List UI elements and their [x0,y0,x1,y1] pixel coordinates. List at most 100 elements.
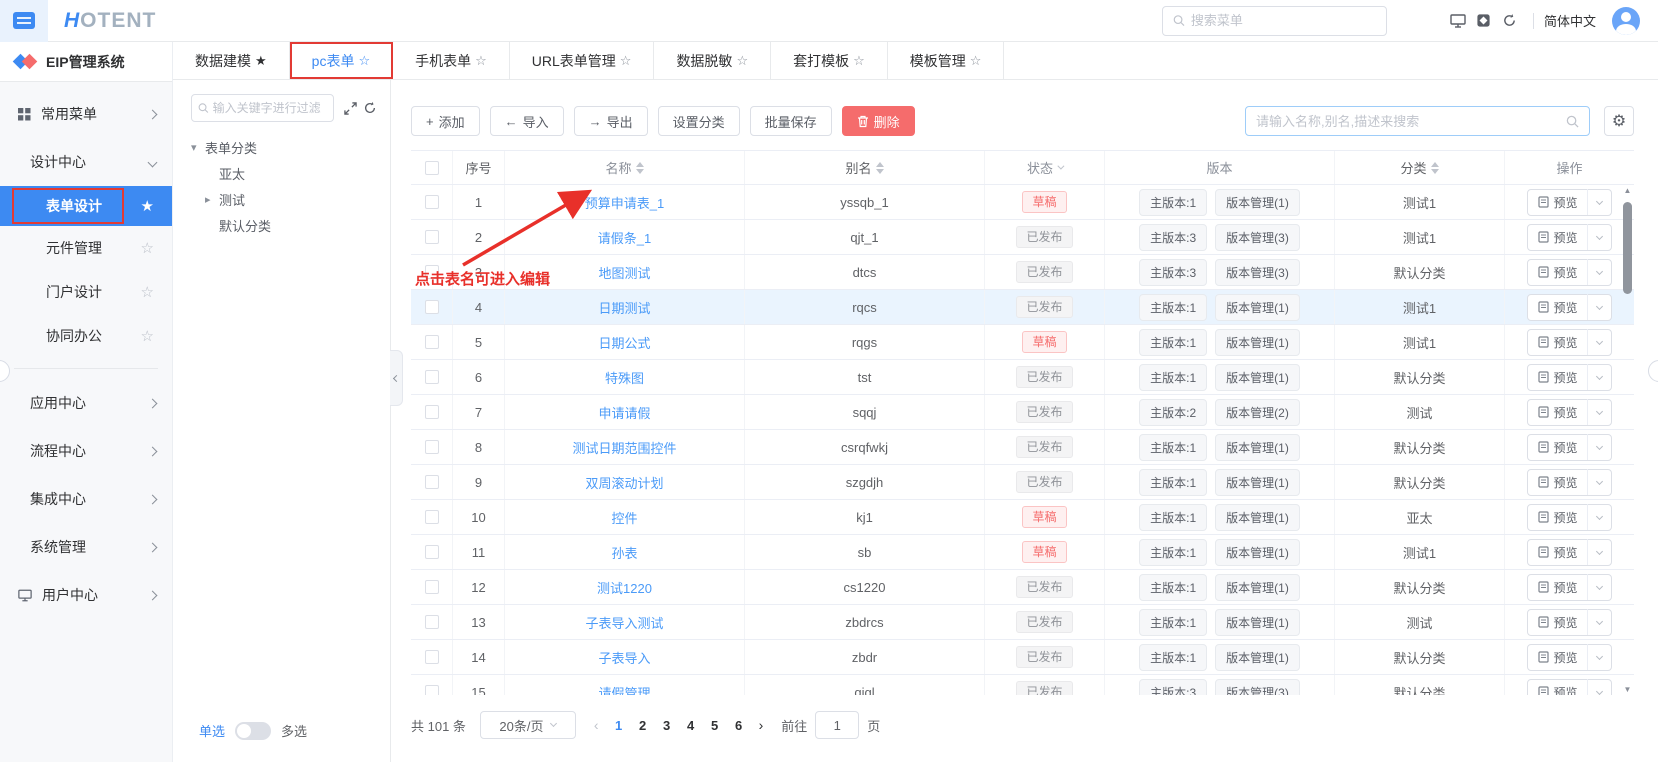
tab-star-icon[interactable]: ☆ [970,53,982,69]
chevron-down-icon[interactable] [1595,512,1602,519]
version-manage-button[interactable]: 版本管理(2) [1215,399,1300,426]
scroll-down-icon[interactable]: ▼ [1624,685,1632,695]
language-switcher[interactable]: 简体中文 [1544,11,1596,30]
main-version-button[interactable]: 主版本:1 [1139,609,1207,636]
version-manage-button[interactable]: 版本管理(3) [1215,224,1300,251]
caret-right-icon[interactable]: ▸ [205,193,219,206]
form-name-link[interactable]: 日期测试 [598,298,650,317]
version-manage-button[interactable]: 版本管理(1) [1215,574,1300,601]
preview-split-button[interactable]: 预览 [1527,399,1611,426]
scrollbar-thumb[interactable] [1623,202,1632,294]
main-version-button[interactable]: 主版本:3 [1139,224,1207,251]
star-outline-icon[interactable]: ☆ [141,239,154,257]
star-filled-icon[interactable]: ★ [141,197,154,215]
version-manage-button[interactable]: 版本管理(3) [1215,679,1300,696]
main-version-button[interactable]: 主版本:1 [1139,364,1207,391]
form-name-link[interactable]: 申请请假 [598,403,650,422]
header-alias[interactable]: 别名 [745,151,985,184]
menu-search-input[interactable] [1191,13,1376,28]
chevron-down-icon[interactable] [1595,617,1602,624]
row-checkbox[interactable] [425,440,439,454]
page-number-button[interactable]: 2 [631,718,655,733]
preview-split-button[interactable]: 预览 [1527,434,1611,461]
row-checkbox[interactable] [425,405,439,419]
header-category[interactable]: 分类 [1335,151,1505,184]
tab-star-icon[interactable]: ☆ [620,53,632,69]
version-manage-button[interactable]: 版本管理(1) [1215,329,1300,356]
chevron-down-icon[interactable] [1595,582,1602,589]
tab-star-icon[interactable]: ★ [255,53,267,69]
version-manage-button[interactable]: 版本管理(1) [1215,294,1300,321]
tree-node-default[interactable]: 默认分类 [191,212,380,238]
monitor-icon[interactable] [1445,8,1471,34]
page-number-button[interactable]: 1 [607,718,631,733]
version-manage-button[interactable]: 版本管理(1) [1215,539,1300,566]
row-checkbox[interactable] [425,580,439,594]
chevron-down-icon[interactable] [1595,267,1602,274]
tab-item[interactable]: 数据建模 ★ [173,42,290,79]
tab-item[interactable]: pc表单 ☆ [290,42,393,79]
form-name-link[interactable]: 日期公式 [598,333,650,352]
main-version-button[interactable]: 主版本:1 [1139,469,1207,496]
caret-down-icon[interactable]: ▾ [191,141,205,154]
tree-node-yatai[interactable]: 亚太 [191,160,380,186]
header-status[interactable]: 状态 [985,151,1105,184]
preview-split-button[interactable]: 预览 [1527,679,1611,696]
delete-button[interactable]: 删除 [842,106,915,136]
main-version-button[interactable]: 主版本:1 [1139,329,1207,356]
sidebar-item-common-menu[interactable]: 常用菜单 [0,90,172,138]
menu-search-box[interactable] [1162,6,1387,36]
row-checkbox[interactable] [425,370,439,384]
chevron-down-icon[interactable] [1595,232,1602,239]
form-name-link[interactable]: 孙表 [611,543,637,562]
main-version-button[interactable]: 主版本:1 [1139,574,1207,601]
select-all-checkbox[interactable] [425,161,439,175]
header-name[interactable]: 名称 [505,151,745,184]
row-checkbox[interactable] [425,195,439,209]
version-manage-button[interactable]: 版本管理(1) [1215,504,1300,531]
sidebar-item-form-design[interactable]: 表单设计 ★ [0,186,172,226]
preview-split-button[interactable]: 预览 [1527,574,1611,601]
main-version-button[interactable]: 主版本:2 [1139,399,1207,426]
main-version-button[interactable]: 主版本:1 [1139,189,1207,216]
version-manage-button[interactable]: 版本管理(1) [1215,434,1300,461]
tree-node-root[interactable]: ▾ 表单分类 [191,134,380,160]
sidebar-item-portal-design[interactable]: 门户设计 ☆ [0,270,172,314]
form-name-link[interactable]: 请假条_1 [598,228,651,247]
tab-item[interactable]: URL表单管理 ☆ [510,42,655,79]
row-checkbox[interactable] [425,545,439,559]
sidebar-item-integration-center[interactable]: 集成中心 [0,475,172,523]
sidebar-item-app-center[interactable]: 应用中心 [0,379,172,427]
gear-icon[interactable]: ⚙ [1604,106,1634,136]
single-select-label[interactable]: 单选 [199,721,225,740]
chevron-down-icon[interactable] [1595,372,1602,379]
tree-collapse-handle[interactable] [390,350,403,406]
chevron-down-icon[interactable] [1595,547,1602,554]
version-manage-button[interactable]: 版本管理(3) [1215,259,1300,286]
chevron-down-icon[interactable] [1595,197,1602,204]
tab-item[interactable]: 手机表单 ☆ [393,42,510,79]
import-button[interactable]: ←导入 [490,106,564,136]
tab-star-icon[interactable]: ☆ [358,53,370,69]
main-version-button[interactable]: 主版本:1 [1139,294,1207,321]
chevron-down-icon[interactable] [1595,337,1602,344]
table-scrollbar[interactable]: ▲ ▼ [1621,186,1634,695]
next-page-button[interactable]: › [759,717,764,733]
form-name-link[interactable]: 控件 [611,508,637,527]
preview-split-button[interactable]: 预览 [1527,259,1611,286]
preview-split-button[interactable]: 预览 [1527,609,1611,636]
sidebar-item-process-center[interactable]: 流程中心 [0,427,172,475]
row-checkbox[interactable] [425,265,439,279]
sort-icon[interactable] [636,162,644,174]
table-search-input[interactable] [1256,114,1566,129]
main-version-button[interactable]: 主版本:1 [1139,504,1207,531]
page-number-button[interactable]: 6 [727,718,751,733]
tab-item[interactable]: 套打模板 ☆ [771,42,888,79]
form-name-link[interactable]: 测试1220 [597,578,652,597]
chevron-down-icon[interactable] [1595,302,1602,309]
main-version-button[interactable]: 主版本:1 [1139,644,1207,671]
prev-page-button[interactable]: ‹ [594,717,599,733]
row-checkbox[interactable] [425,650,439,664]
form-name-link[interactable]: 双周滚动计划 [585,473,663,492]
table-search-box[interactable] [1245,106,1590,136]
